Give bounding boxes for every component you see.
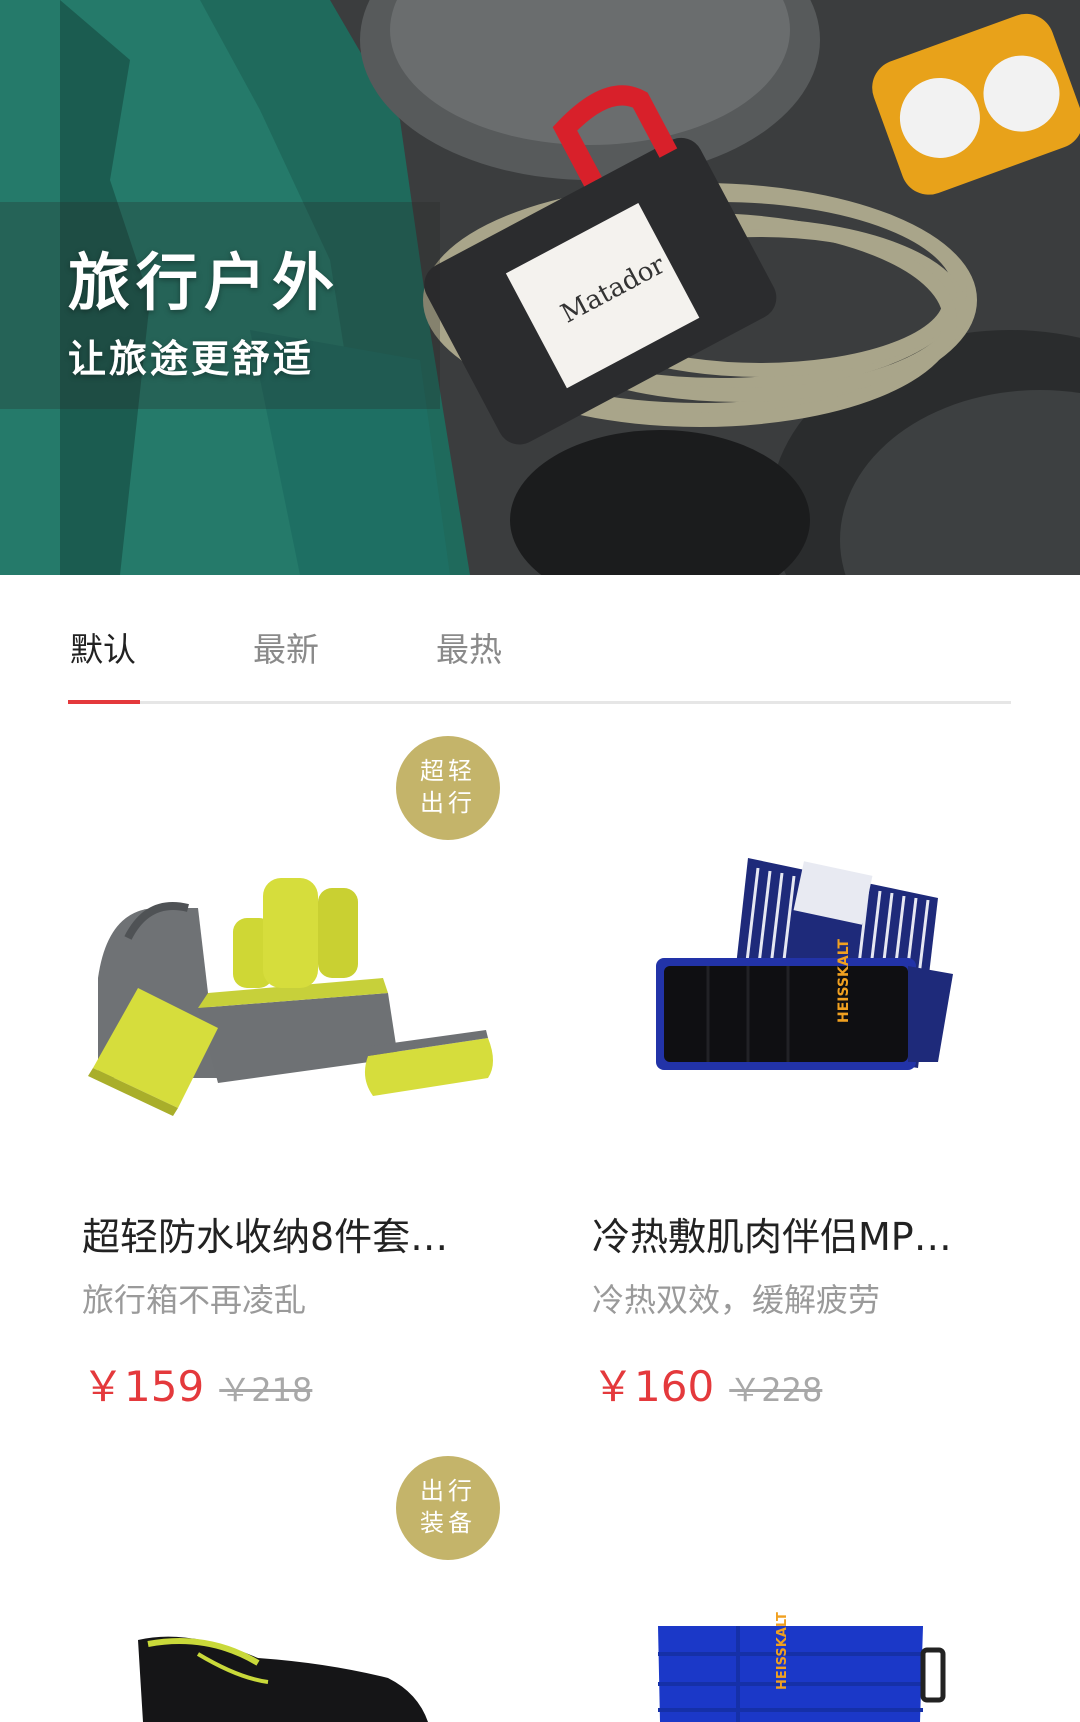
badge-line: 装备: [420, 1509, 476, 1537]
product-badge: 出行 装备: [396, 1456, 500, 1560]
product-badge: 超轻 出行: [396, 736, 500, 840]
badge-line: 出行: [420, 1477, 476, 1505]
hero-title: 旅行户外: [68, 246, 341, 319]
hero-banner[interactable]: Matador 旅行户外 让旅途更舒适: [0, 0, 1080, 575]
product-original-price: ￥228: [729, 1371, 823, 1409]
product-original-price: ￥218: [219, 1371, 313, 1409]
product-subtitle: 旅行箱不再凌乱: [82, 1281, 307, 1319]
tab-hottest[interactable]: 最热: [436, 623, 502, 671]
tab-default[interactable]: 默认: [70, 623, 136, 671]
product-card[interactable]: HEISSKALT: [578, 1458, 1048, 1722]
hero-subtitle: 让旅途更舒适: [68, 337, 315, 381]
product-card[interactable]: 出行 装备: [68, 1456, 538, 1722]
product-name: 冷热敷肌肉伴侣MP…: [592, 1215, 952, 1259]
badge-line: 出行: [420, 789, 476, 817]
product-card[interactable]: 超轻 出行 超轻防水收纳8件套… 旅行箱不再凌乱 ￥159 ￥218: [68, 736, 538, 1438]
product-price: ￥159: [82, 1362, 205, 1411]
product-card[interactable]: HEISSKALT 冷热敷肌肉伴侣MP… 冷热双效，缓解疲劳 ￥160 ￥228: [578, 738, 1048, 1438]
product-price: ￥160: [592, 1362, 715, 1411]
tab-newest[interactable]: 最新: [253, 623, 319, 671]
product-brand-text: HEISSKALT: [836, 939, 852, 1023]
tabs-divider: [68, 701, 1011, 704]
page: Matador 旅行户外 让旅途更舒适 默认 最新 最热 超轻 出行 超轻防水收…: [0, 0, 1080, 1722]
product-image-muscle-wrap: HEISSKALT: [656, 858, 953, 1070]
product-image-blue-wrap: HEISSKALT: [658, 1612, 946, 1722]
product-price-row: ￥160 ￥228: [592, 1353, 822, 1414]
badge-line: 超轻: [420, 757, 476, 785]
sort-tabs: 默认 最新 最热: [68, 575, 1011, 705]
product-brand-text: HEISSKALT: [775, 1612, 790, 1690]
product-price-row: ￥159 ￥218: [82, 1353, 312, 1414]
product-subtitle: 冷热双效，缓解疲劳: [592, 1281, 881, 1319]
active-tab-indicator: [68, 700, 140, 704]
product-name: 超轻防水收纳8件套…: [82, 1215, 449, 1259]
